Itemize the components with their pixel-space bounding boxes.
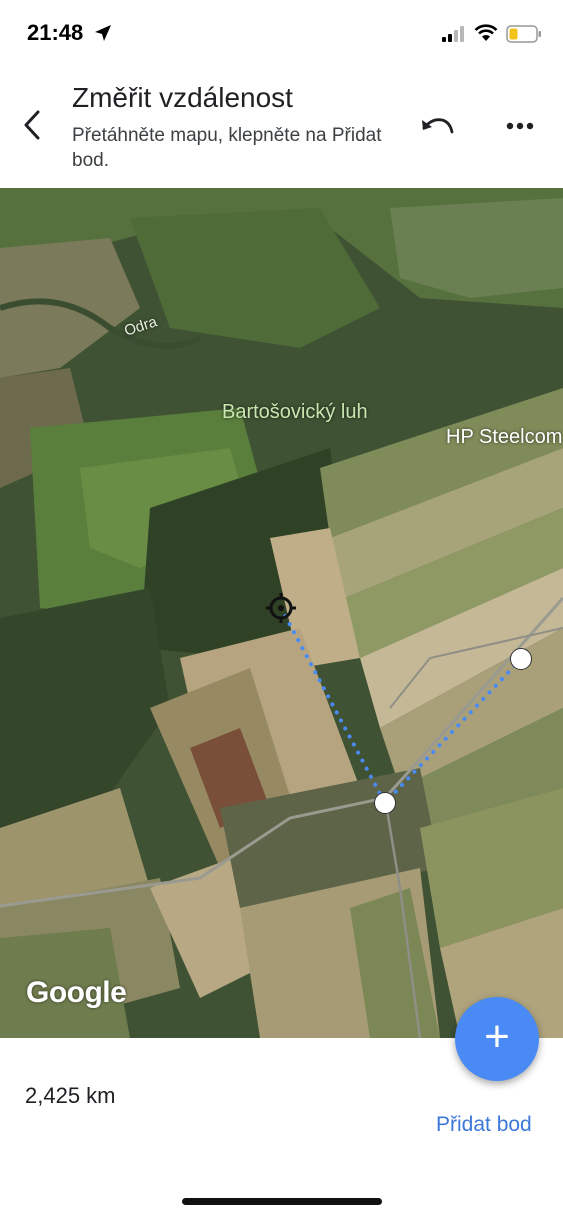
more-options-icon[interactable]	[500, 112, 540, 140]
header: Změřit vzdálenost Přetáhněte mapu, klepn…	[0, 66, 563, 188]
wifi-icon	[474, 24, 498, 41]
satellite-map[interactable]: Odra Bartošovický luh HP Steelcom Google	[0, 188, 563, 1038]
undo-icon[interactable]	[418, 112, 456, 140]
plus-icon: +	[484, 1012, 510, 1061]
cellular-signal-icon	[442, 26, 464, 42]
measure-point[interactable]	[374, 792, 396, 814]
map-label-poi[interactable]: HP Steelcom	[446, 426, 562, 449]
status-time: 21:48	[27, 20, 84, 45]
add-point-button[interactable]: Přidat bod	[436, 1113, 532, 1137]
crosshair-icon	[266, 593, 296, 623]
page-subtitle: Přetáhněte mapu, klepněte na Přidat bod.	[72, 125, 382, 171]
page-title: Změřit vzdálenost	[72, 82, 293, 113]
status-bar: 21:48	[0, 0, 563, 66]
distance-readout: 2,425 km	[25, 1083, 116, 1108]
map-label-area: Bartošovický luh	[222, 401, 368, 423]
add-point-fab[interactable]: +	[455, 997, 539, 1081]
measure-point[interactable]	[510, 648, 532, 670]
location-arrow-icon	[95, 25, 111, 41]
battery-icon	[506, 25, 541, 43]
google-logo: Google	[26, 976, 127, 1009]
back-arrow-icon[interactable]	[18, 108, 48, 142]
home-indicator[interactable]	[182, 1198, 382, 1205]
